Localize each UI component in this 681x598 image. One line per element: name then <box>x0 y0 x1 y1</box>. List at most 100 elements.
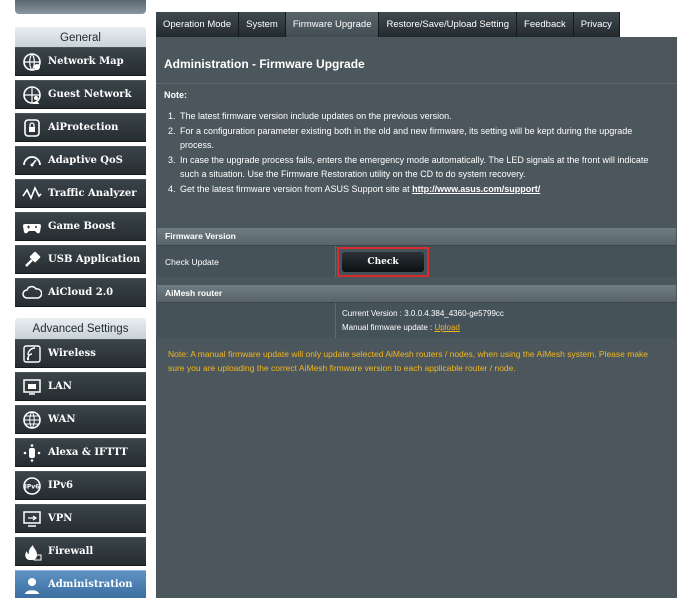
sidebar-item-wireless[interactable]: Wireless <box>15 339 146 368</box>
main-panel: Administration - Firmware Upgrade Note: … <box>156 37 677 598</box>
note-text: such a situation. Use the Firmware Resto… <box>180 169 526 179</box>
globe-icon <box>21 409 43 431</box>
sidebar-item-guest-network[interactable]: Guest Network <box>15 80 146 109</box>
note-text: In case the upgrade process fails, enter… <box>180 154 649 165</box>
note-number <box>168 138 180 153</box>
note-text: The latest firmware version include upda… <box>180 111 452 121</box>
sidebar-item-label: Adaptive QoS <box>48 155 123 166</box>
gamepad-icon <box>21 216 43 238</box>
tab-system[interactable]: System <box>239 12 286 37</box>
sidebar-item-label: Guest Network <box>48 89 132 100</box>
usb-icon <box>21 249 43 271</box>
note-number: 2. <box>168 125 176 136</box>
lock-icon <box>21 117 43 139</box>
firmware-version-header: Firmware Version <box>157 228 676 245</box>
sidebar-header-general: General <box>15 27 146 49</box>
svg-text:IPv6: IPv6 <box>25 483 40 490</box>
sidebar-item-label: Firewall <box>48 546 94 557</box>
sidebar-item-traffic-analyzer[interactable]: Traffic Analyzer <box>15 179 146 208</box>
note-item: process. <box>168 138 668 153</box>
aimesh-router-table: AiMesh router Current Version : 3.0.0.4.… <box>157 285 676 338</box>
sidebar-top-strip <box>15 0 146 14</box>
check-update-cell: Check <box>335 246 676 277</box>
note-number <box>168 167 180 182</box>
sidebar-item-label: Wireless <box>48 348 96 359</box>
sidebar-item-usb-application[interactable]: USB Application <box>15 245 146 274</box>
note-item: 4. Get the latest firmware version from … <box>168 182 668 197</box>
sidebar-item-adaptive-qos[interactable]: Adaptive QoS <box>15 146 146 175</box>
firmware-info: Current Version : 3.0.0.4.384_4360-ge579… <box>342 304 504 338</box>
alexa-icon <box>21 442 43 464</box>
firewall-icon <box>21 541 43 563</box>
guest-network-icon <box>21 84 43 106</box>
tab-restore-save-upload[interactable]: Restore/Save/Upload Setting <box>379 12 518 37</box>
sidebar-item-label: Network Map <box>48 56 124 67</box>
sidebar-item-lan[interactable]: LAN <box>15 372 146 401</box>
wireless-icon <box>21 343 43 365</box>
aimesh-router-label <box>157 303 335 338</box>
sidebar-item-firewall[interactable]: Firewall <box>15 537 146 566</box>
network-map-icon <box>21 51 43 73</box>
sidebar-item-label: Game Boost <box>48 221 116 232</box>
asus-support-link[interactable]: http://www.asus.com/support/ <box>412 184 540 194</box>
tab-operation-mode[interactable]: Operation Mode <box>156 12 240 37</box>
sidebar-item-alexa-ifttt[interactable]: Alexa & IFTTT <box>15 438 146 467</box>
sidebar-item-aicloud[interactable]: AiCloud 2.0 <box>15 278 146 307</box>
note-item: 1. The latest firmware version include u… <box>168 109 668 124</box>
check-button-highlight: Check <box>337 246 429 277</box>
note-item: 3. In case the upgrade process fails, en… <box>168 153 668 168</box>
gauge-icon <box>21 150 43 172</box>
aimesh-warning-note: Note: A manual firmware update will only… <box>168 349 649 373</box>
sidebar-item-wan[interactable]: WAN <box>15 405 146 434</box>
note-item: 2. For a configuration parameter existin… <box>168 124 668 139</box>
sidebar-header-advanced: Advanced Settings <box>15 318 146 340</box>
note-list: 1. The latest firmware version include u… <box>168 109 668 196</box>
check-update-row: Check Update Check <box>157 245 676 277</box>
note-text: For a configuration parameter existing b… <box>180 125 633 136</box>
aimesh-router-row: Current Version : 3.0.0.4.384_4360-ge579… <box>157 302 676 338</box>
sidebar-item-label: AiProtection <box>48 122 119 133</box>
note-text: process. <box>180 140 215 150</box>
sidebar-item-label: AiCloud 2.0 <box>48 287 114 298</box>
note-number: 4. <box>168 183 176 194</box>
firmware-version-table: Firmware Version Check Update Check <box>157 228 676 277</box>
note-heading: Note: <box>164 90 187 100</box>
note-text-prefix: Get the latest firmware version from ASU… <box>180 183 413 194</box>
note-text: Get the latest firmware version from ASU… <box>180 182 540 197</box>
traffic-analyzer-icon <box>21 183 43 205</box>
note-item: such a situation. Use the Firmware Resto… <box>168 167 668 182</box>
check-button[interactable]: Check <box>342 251 424 272</box>
sidebar-item-label: IPv6 <box>48 480 73 491</box>
upload-link[interactable]: Upload <box>435 323 460 332</box>
sidebar-item-game-boost[interactable]: Game Boost <box>15 212 146 241</box>
sidebar-item-label: USB Application <box>48 254 141 265</box>
aimesh-router-header: AiMesh router <box>157 285 676 302</box>
sidebar-item-label: Alexa & IFTTT <box>48 447 128 458</box>
tab-privacy[interactable]: Privacy <box>573 12 620 37</box>
tab-bar: Operation Mode System Firmware Upgrade R… <box>156 12 620 37</box>
cloud-icon <box>21 282 43 304</box>
tab-feedback[interactable]: Feedback <box>517 12 574 37</box>
sidebar-item-aiprotection[interactable]: AiProtection <box>15 113 146 142</box>
sidebar-item-label: Traffic Analyzer <box>48 188 137 199</box>
sidebar-item-ipv6[interactable]: IPv6 IPv6 <box>15 471 146 500</box>
administration-icon <box>21 574 43 596</box>
sidebar: General Network Map Guest Network AiProt… <box>15 0 146 598</box>
vpn-icon <box>21 508 43 530</box>
manual-update-line: Manual firmware update : Upload <box>342 321 504 335</box>
sidebar-item-vpn[interactable]: VPN <box>15 504 146 533</box>
tab-firmware-upgrade[interactable]: Firmware Upgrade <box>285 12 380 37</box>
lan-icon <box>21 376 43 398</box>
sidebar-item-administration[interactable]: Administration <box>15 570 146 598</box>
sidebar-item-network-map[interactable]: Network Map <box>15 47 146 76</box>
check-update-label: Check Update <box>165 256 219 267</box>
note-number: 1. <box>168 111 176 121</box>
title-divider <box>156 83 677 84</box>
ipv6-icon: IPv6 <box>21 475 43 497</box>
current-version-text: Current Version : 3.0.0.4.384_4360-ge579… <box>342 308 504 318</box>
sidebar-item-label: WAN <box>48 414 76 425</box>
sidebar-item-label: LAN <box>48 381 72 392</box>
manual-update-label: Manual firmware update : <box>342 322 435 332</box>
page-title: Administration - Firmware Upgrade <box>164 57 365 71</box>
aimesh-router-info-cell: Current Version : 3.0.0.4.384_4360-ge579… <box>335 303 676 338</box>
